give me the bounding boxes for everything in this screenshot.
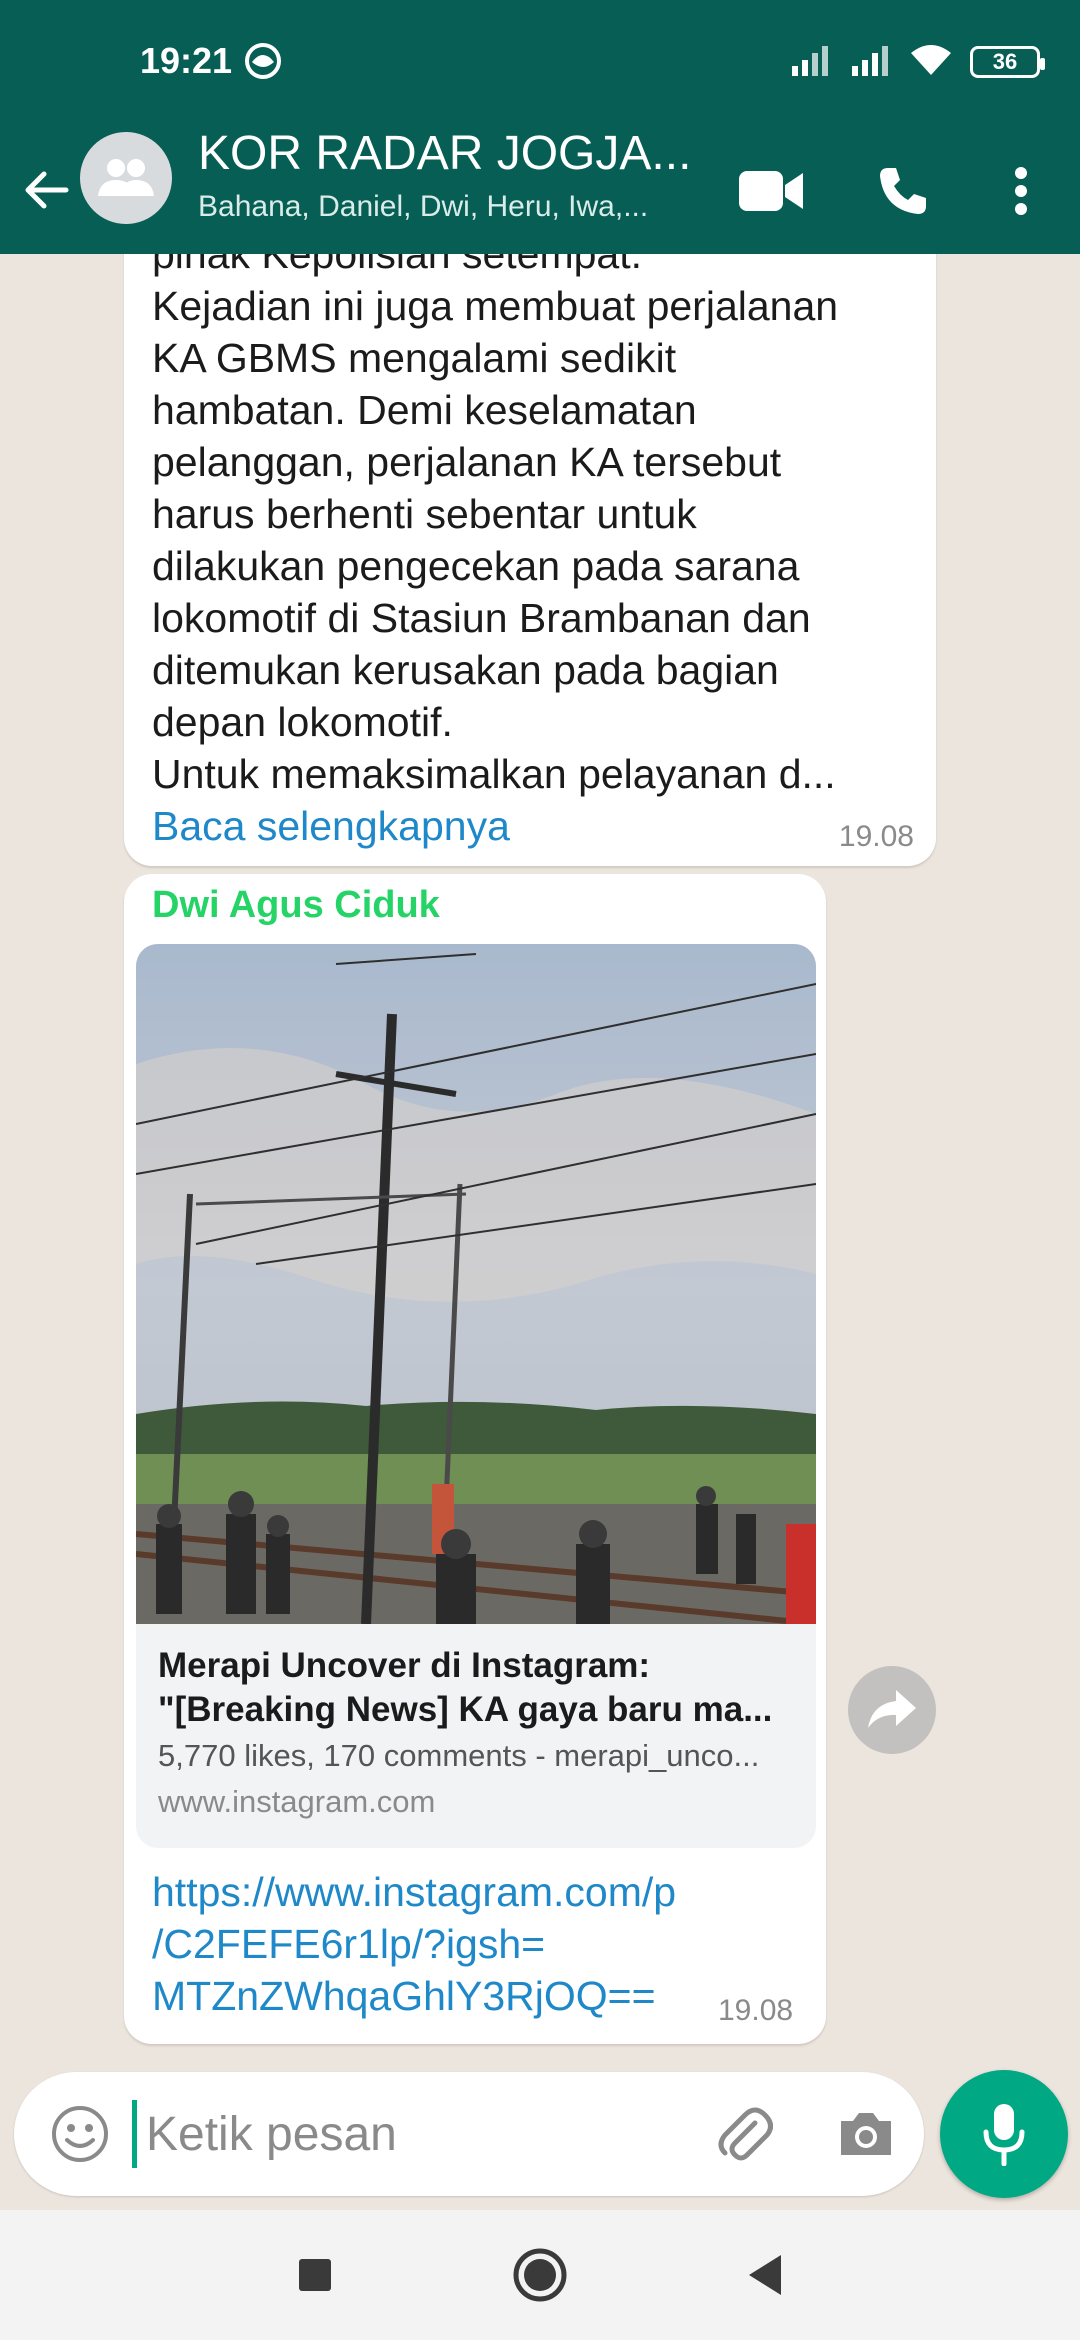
voice-record-button[interactable] [940,2070,1068,2198]
home-circle-icon [513,2248,567,2302]
message-text: pihak Kepolisian setempat. Kejadian ini … [152,254,932,852]
emoji-icon [52,2106,108,2162]
video-camera-icon [739,171,803,211]
message-bubble[interactable]: pihak Kepolisian setempat. Kejadian ini … [124,254,936,866]
voice-call-button[interactable] [858,146,948,236]
read-more-link[interactable]: Baca selengkapnya [152,800,932,852]
more-vertical-icon [1015,167,1027,215]
link-line[interactable]: https://www.instagram.com/p [152,1866,792,1918]
message-line: depan lokomotif. [152,699,453,745]
message-line: hambatan. Demi keselamatan [152,387,697,433]
signal-icon [790,44,832,81]
signal-icon-2 [850,44,892,81]
text-cursor [132,2100,137,2168]
message-link[interactable]: https://www.instagram.com/p /C2FEFE6r1lp… [152,1866,792,2022]
paperclip-icon [718,2107,773,2161]
group-avatar[interactable] [80,132,172,224]
message-line: KA GBMS mengalami sedikit [152,335,677,381]
home-button[interactable] [505,2240,575,2310]
preview-title: Merapi Uncover di Instagram: [158,1646,651,1685]
system-nav-bar [0,2210,1080,2340]
emoji-button[interactable] [40,2094,120,2174]
message-line: Untuk memaksimalkan pelayanan d... [152,751,836,797]
attach-button[interactable] [704,2094,784,2174]
microphone-icon [983,2104,1025,2166]
link-preview-meta: Merapi Uncover di Instagram: "[Breaking … [136,1624,816,1848]
back-button[interactable] [18,148,74,232]
recent-apps-button[interactable] [280,2240,350,2310]
message-input[interactable] [146,2092,686,2176]
more-options-button[interactable] [976,146,1066,236]
forward-button[interactable] [848,1666,936,1754]
sender-name[interactable]: Dwi Agus Ciduk [152,884,440,927]
message-time: 19.08 [718,1994,794,2027]
message-line: ditemukan kerusakan pada bagian [152,647,779,693]
link-line[interactable]: MTZnZWhqaGhlY3RjOQ== [152,1970,792,2022]
preview-domain: www.instagram.com [158,1784,436,1819]
link-preview-card[interactable]: Merapi Uncover di Instagram: "[Breaking … [136,944,816,1848]
app-header: 19:21 36 KOR RADAR JOGJA... Bahana, Dani… [0,0,1080,254]
hotspot-icon [244,42,282,85]
arrow-left-icon [25,171,69,209]
camera-button[interactable] [826,2094,906,2174]
chat-participants[interactable]: Bahana, Daniel, Dwi, Heru, Iwa,... [198,190,648,224]
status-time: 19:21 [140,40,233,81]
phone-icon [880,168,926,214]
link-line[interactable]: /C2FEFE6r1lp/?igsh= [152,1918,792,1970]
status-bar: 19:21 36 [0,0,1080,126]
message-time: 19.08 [838,820,914,853]
message-line: pihak Kepolisian setempat. [152,254,643,277]
link-preview-image[interactable] [136,944,816,1624]
camera-icon [841,2113,891,2155]
message-line: pelanggan, perjalanan KA tersebut [152,439,782,485]
back-nav-button[interactable] [730,2240,800,2310]
message-line: harus berhenti sebentar untuk [152,491,697,537]
chat-title[interactable]: KOR RADAR JOGJA... [198,126,691,181]
preview-description: 5,770 likes, 170 comments - merapi_unco.… [158,1738,760,1773]
triangle-back-icon [749,2255,781,2295]
railway-photo [136,944,816,1624]
chat-area[interactable]: pihak Kepolisian setempat. Kejadian ini … [0,254,1080,2074]
message-line: Kejadian ini juga membuat perjalanan [152,283,839,329]
status-icons: 36 [790,42,1045,82]
battery-indicator: 36 [970,46,1045,78]
wifi-icon [910,43,952,82]
message-line: lokomotif di Stasiun Brambanan dan [152,595,811,641]
group-icon [98,159,154,196]
forward-icon [868,1690,916,1728]
square-icon [299,2259,331,2291]
preview-title-line2: "[Breaking News] KA gaya baru ma... [158,1690,773,1729]
video-call-button[interactable] [726,146,816,236]
message-line: dilakukan pengecekan pada sarana [152,543,800,589]
message-composer [14,2072,924,2196]
chat-title-row: KOR RADAR JOGJA... Bahana, Daniel, Dwi, … [0,126,1080,254]
